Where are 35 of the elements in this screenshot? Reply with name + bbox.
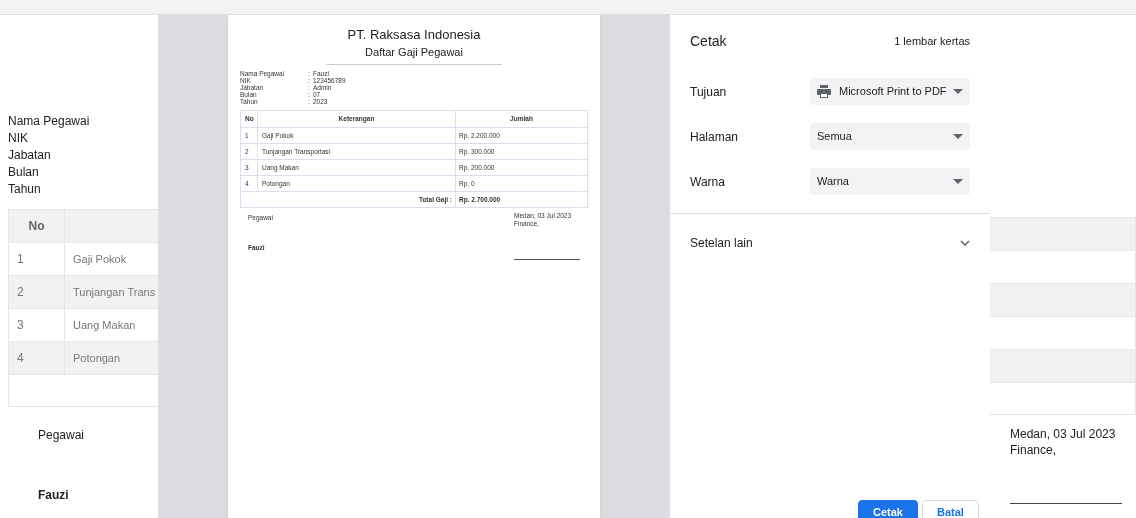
setting-dropdown[interactable]: Warna bbox=[810, 168, 970, 195]
dropdown-caret-icon bbox=[953, 179, 963, 184]
table-cell-text: 1 bbox=[17, 251, 24, 268]
cancel-button[interactable]: Batal bbox=[921, 500, 979, 518]
info-label: Bulan bbox=[8, 164, 40, 181]
signature-role: Pegawai bbox=[38, 427, 86, 444]
setting-label: Warna bbox=[690, 173, 726, 191]
table-cell-text: 4 bbox=[17, 350, 24, 367]
print-button[interactable]: Cetak bbox=[858, 500, 918, 518]
info-label: NIK bbox=[8, 130, 29, 147]
signature-name: Fauzi bbox=[38, 487, 70, 504]
info-label: Tahun bbox=[8, 181, 42, 198]
table-cell-text: Uang Makan bbox=[73, 317, 136, 333]
printer-icon bbox=[817, 85, 831, 98]
setting-dropdown[interactable]: Semua bbox=[810, 123, 970, 150]
column-header: No bbox=[28, 218, 45, 235]
setting-label: Halaman bbox=[690, 128, 740, 146]
table-cell-text: 3 bbox=[17, 317, 24, 334]
dropdown-caret-icon bbox=[953, 134, 963, 139]
more-settings-toggle[interactable]: Setelan lain bbox=[670, 214, 990, 272]
company-name: PT. Raksasa Indonesia bbox=[347, 27, 481, 43]
info-label: Jabatan bbox=[8, 147, 52, 164]
info-label: Nama Pegawai bbox=[8, 113, 91, 130]
signature-place-date: Medan, 03 Jul 2023 bbox=[1010, 426, 1117, 442]
setting-label: Tujuan bbox=[690, 83, 728, 101]
table-cell-text: Tunjangan Trans bbox=[73, 284, 156, 300]
table-cell-text: 2 bbox=[17, 284, 24, 301]
dialog-title: Cetak bbox=[690, 31, 727, 51]
setting-dropdown[interactable]: Microsoft Print to PDF bbox=[810, 78, 970, 105]
table-cell-text: Potongan bbox=[73, 350, 121, 366]
sheet-count: 1 lembar kertas bbox=[894, 33, 970, 49]
table-cell-text: Gaji Pokok bbox=[73, 251, 127, 267]
document-title: Daftar Gaji Pegawai bbox=[365, 45, 463, 60]
signature-role: Finance, bbox=[1010, 442, 1058, 458]
dropdown-caret-icon bbox=[953, 89, 963, 94]
